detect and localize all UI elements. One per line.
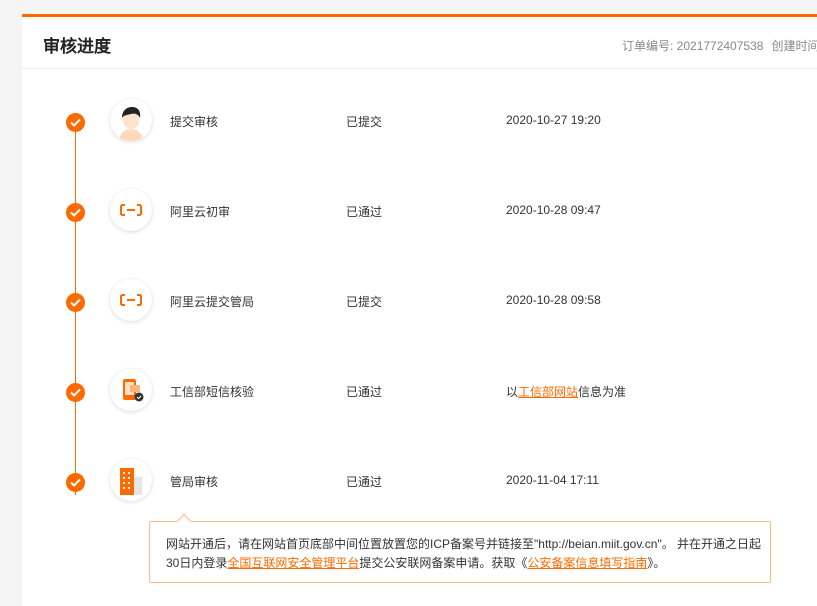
created-time-label: 创建时间 [771, 39, 817, 53]
step-name: 提交审核 [170, 115, 219, 129]
aliyun-logo-icon [110, 279, 152, 321]
order-number: 订单编号: 2021772407538 [622, 39, 764, 53]
check-icon [66, 383, 85, 402]
check-icon [66, 293, 85, 312]
order-meta: 订单编号: 2021772407538 创建时间 [622, 37, 817, 54]
filing-guide-link[interactable]: 公安备案信息填写指南 [527, 556, 647, 570]
tip-text-part: 》。 [647, 556, 666, 570]
step-time: 2020-10-28 09:58 [506, 293, 601, 307]
time-suffix: 信息为准 [578, 385, 627, 399]
step-status: 已通过 [346, 475, 383, 489]
step-status: 已通过 [346, 205, 383, 219]
card-header: 审核进度 订单编号: 2021772407538 创建时间 [22, 17, 817, 69]
building-icon [110, 459, 152, 501]
check-icon [66, 203, 85, 222]
timeline-step-aliyun-review: 阿里云初审 已通过 2020-10-28 09:47 [22, 189, 817, 235]
time-prefix: 以 [506, 385, 519, 399]
timeline-step-miit-sms: 工信部短信核验 已通过 以工信部网站信息为准 [22, 369, 817, 415]
check-icon [66, 473, 85, 492]
tip-arrow [176, 513, 192, 529]
step-time: 2020-11-04 17:11 [506, 473, 599, 487]
timeline-step-bureau-review: 管局审核 已通过 2020-11-04 17:11 [22, 459, 817, 505]
user-avatar-icon [110, 99, 152, 141]
step-status: 已提交 [346, 295, 383, 309]
review-progress-card: 审核进度 订单编号: 2021772407538 创建时间 提交审核 已提交 20… [22, 14, 817, 606]
step-name: 阿里云初审 [170, 205, 231, 219]
step-name: 工信部短信核验 [170, 385, 255, 399]
tip-text-part: 提交公安联网备案申请。获取《 [359, 556, 528, 570]
step-name: 阿里云提交管局 [170, 295, 255, 309]
security-platform-link[interactable]: 全国互联网安全管理平台 [227, 556, 359, 570]
timeline-step-submit: 提交审核 已提交 2020-10-27 19:20 [22, 99, 817, 145]
step-status: 已通过 [346, 385, 383, 399]
page-title: 审核进度 [43, 37, 111, 56]
step-status: 已提交 [346, 115, 383, 129]
aliyun-logo-icon [110, 189, 152, 231]
phone-sms-icon [110, 369, 152, 411]
step-time-note: 以工信部网站信息为准 [506, 383, 626, 400]
step-time: 2020-10-28 09:47 [506, 203, 601, 217]
filing-tip-box: 网站开通后，请在网站首页底部中间位置放置您的ICP备案号并链接至"http://… [149, 513, 771, 583]
miit-website-link[interactable]: 工信部网站 [518, 385, 578, 399]
step-time: 2020-10-27 19:20 [506, 113, 601, 127]
timeline-step-aliyun-submit-bureau: 阿里云提交管局 已提交 2020-10-28 09:58 [22, 279, 817, 325]
check-icon [66, 113, 85, 132]
step-name: 管局审核 [170, 475, 219, 489]
tip-text: 网站开通后，请在网站首页底部中间位置放置您的ICP备案号并链接至"http://… [166, 535, 764, 573]
